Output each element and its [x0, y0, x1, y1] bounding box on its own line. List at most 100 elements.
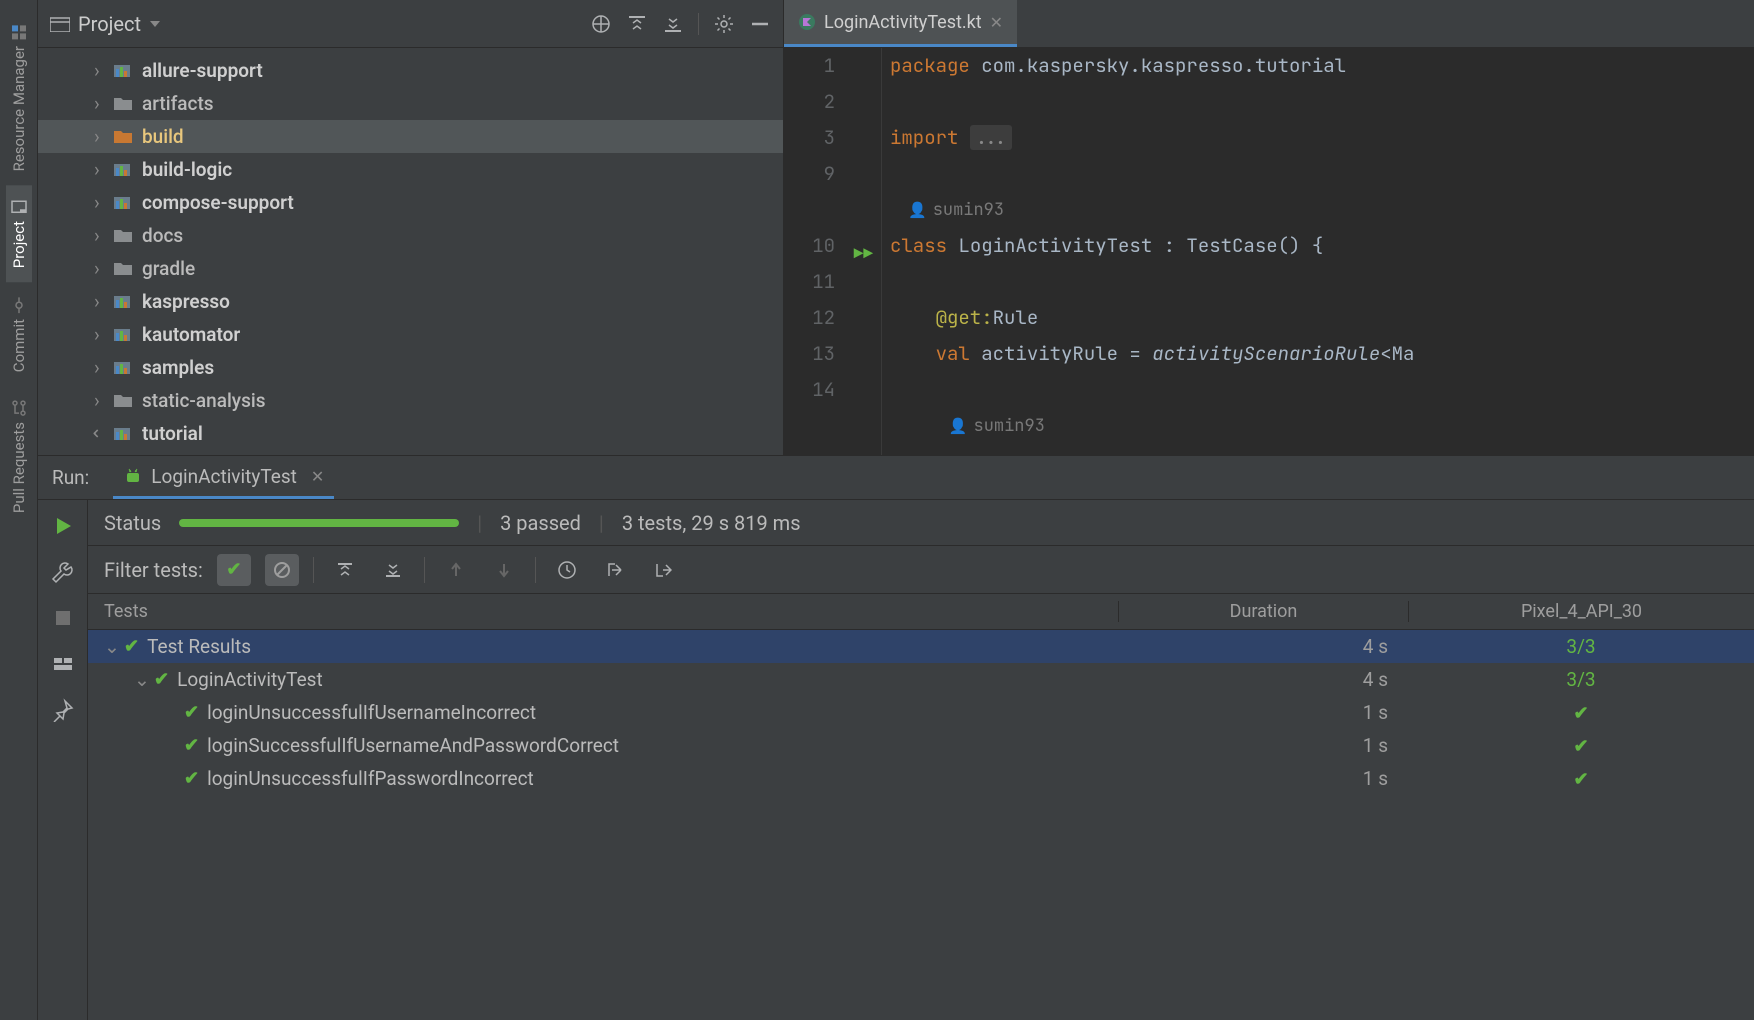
layout-icon[interactable] — [51, 652, 75, 676]
gutter-line — [784, 408, 835, 444]
tree-item-compose-support[interactable]: ›compose-support — [38, 186, 783, 219]
code-editor[interactable]: 123910▶▶11121314 package com.kaspersky.k… — [784, 48, 1754, 455]
run-icon[interactable] — [51, 514, 75, 538]
hide-icon[interactable] — [749, 13, 771, 35]
tree-item-tutorial[interactable]: ⌄tutorial — [38, 417, 783, 450]
col-device[interactable]: Pixel_4_API_30 — [1408, 601, 1754, 622]
pass-icon: ✔ — [184, 768, 199, 789]
chevron-down-icon: ⌄ — [104, 635, 116, 658]
project-tree[interactable]: › allure-support ›artifacts›build›build-lo… — [38, 48, 783, 455]
tree-item-kautomator[interactable]: ›kautomator — [38, 318, 783, 351]
expand-all-icon[interactable] — [626, 13, 648, 35]
run-header: Run: LoginActivityTest ✕ — [38, 456, 1754, 500]
close-icon[interactable]: ✕ — [311, 467, 324, 486]
tree-item-label: allure-support — [142, 59, 263, 82]
sidebar-pull-requests[interactable]: Pull Requests — [6, 386, 32, 527]
next-failed-button[interactable] — [487, 554, 521, 586]
pass-icon: ✔ — [124, 636, 139, 657]
test-row[interactable]: ✔loginSuccessfulIfUsernameAndPasswordCor… — [88, 729, 1754, 762]
col-tests[interactable]: Tests — [88, 601, 1118, 622]
run-config-tab[interactable]: LoginActivityTest ✕ — [113, 456, 334, 499]
sidebar-resource-manager[interactable]: Resource Manager — [6, 10, 32, 185]
editor-tab[interactable]: LoginActivityTest.kt ✕ — [784, 0, 1017, 47]
test-filter-bar: Filter tests: ✔ — [88, 546, 1754, 594]
collapse-all-icon[interactable] — [662, 13, 684, 35]
col-duration[interactable]: Duration — [1118, 601, 1408, 622]
pass-icon: ✔ — [184, 702, 199, 723]
test-history-button[interactable] — [550, 554, 584, 586]
test-row[interactable]: ⌄✔LoginActivityTest4 s3/3 — [88, 663, 1754, 696]
collapse-all-button[interactable] — [376, 554, 410, 586]
tree-item-label: kaspresso — [142, 290, 230, 313]
chevron-icon: › — [94, 224, 106, 247]
passed-count: 3 passed — [500, 511, 581, 535]
sidebar-project[interactable]: Project — [6, 185, 32, 282]
android-test-icon — [123, 466, 143, 486]
project-icon — [11, 199, 27, 215]
close-icon[interactable]: ✕ — [990, 13, 1003, 32]
tree-item-gradle[interactable]: ›gradle — [38, 252, 783, 285]
test-name-label: loginUnsuccessfulIfUsernameIncorrect — [207, 701, 536, 724]
run-gutter-icon[interactable]: ▶▶ — [854, 236, 873, 272]
test-table-header: Tests Duration Pixel_4_API_30 — [88, 594, 1754, 630]
code-content[interactable]: package com.kaspersky.kaspresso.tutorial… — [882, 48, 1754, 455]
tool-window-stripe: Resource Manager Project Commit Pull Req… — [0, 0, 38, 1020]
chevron-icon: › — [94, 59, 106, 82]
prev-failed-button[interactable] — [439, 554, 473, 586]
pass-icon: ✔ — [1573, 769, 1588, 790]
gutter-line: 1 — [784, 48, 835, 84]
filter-label: Filter tests: — [104, 558, 203, 582]
project-tool-window: Project ›allure-support›artifacts›build›… — [38, 0, 784, 455]
tree-item-samples[interactable]: ›samples — [38, 351, 783, 384]
test-duration: 1 s — [1118, 767, 1408, 790]
gear-icon[interactable] — [713, 13, 735, 35]
project-view-selector[interactable]: Project — [50, 12, 161, 36]
folder-icon — [114, 96, 134, 112]
tree-item-label: kautomator — [142, 323, 240, 346]
gutter-line: 13 — [784, 336, 835, 372]
expand-all-button[interactable] — [328, 554, 362, 586]
show-passed-button[interactable]: ✔ — [217, 554, 251, 586]
tree-item-label: tutorial — [142, 422, 203, 445]
folder-icon — [114, 360, 134, 376]
chevron-icon: › — [94, 158, 106, 181]
test-row[interactable]: ⌄✔Test Results4 s3/3 — [88, 630, 1754, 663]
test-summary: 3 tests, 29 s 819 ms — [622, 511, 801, 535]
tree-item-artifacts[interactable]: ›artifacts — [38, 87, 783, 120]
tree-item-docs[interactable]: › docs — [38, 219, 783, 252]
editor-tabs: LoginActivityTest.kt ✕ — [784, 0, 1754, 48]
folder-icon — [114, 426, 134, 442]
export-tests-button[interactable] — [646, 554, 680, 586]
folder-icon — [114, 129, 134, 145]
test-row[interactable]: ✔loginUnsuccessfulIfUsernameIncorrect1 s… — [88, 696, 1754, 729]
project-header: Project — [38, 0, 783, 48]
chevron-icon: › — [94, 389, 106, 412]
wrench-icon[interactable] — [51, 560, 75, 584]
pass-icon: ✔ — [1573, 736, 1588, 757]
test-device-result: 3/3 — [1408, 668, 1754, 691]
test-row[interactable]: ✔loginUnsuccessfulIfPasswordIncorrect1 s… — [88, 762, 1754, 795]
tree-item-static-analysis[interactable]: ›static-analysis — [38, 384, 783, 417]
stop-icon[interactable] — [51, 606, 75, 630]
folder-icon — [114, 327, 134, 343]
run-tab-name: LoginActivityTest — [151, 465, 297, 488]
test-status-bar: Status | 3 passed | 3 tests, 29 s 819 ms — [88, 500, 1754, 546]
show-ignored-button[interactable] — [265, 554, 299, 586]
select-opened-file-icon[interactable] — [590, 13, 612, 35]
tree-item-allure-support[interactable]: › allure-support — [38, 54, 783, 87]
chevron-icon: › — [94, 290, 106, 313]
pin-icon[interactable] — [51, 698, 75, 722]
test-duration: 1 s — [1118, 734, 1408, 757]
tree-item-label: samples — [142, 356, 214, 379]
tree-item-kaspresso[interactable]: › kaspresso — [38, 285, 783, 318]
commit-icon — [11, 297, 27, 313]
test-results-tree[interactable]: ⌄✔Test Results4 s3/3⌄✔LoginActivityTest4… — [88, 630, 1754, 795]
tree-item-build[interactable]: ›build — [38, 120, 783, 153]
sidebar-commit[interactable]: Commit — [6, 283, 32, 386]
gutter-line: 3 — [784, 120, 835, 156]
folder-icon — [114, 294, 134, 310]
tree-item-label: docs — [142, 224, 183, 247]
tree-item-build-logic[interactable]: ›build-logic — [38, 153, 783, 186]
import-tests-button[interactable] — [598, 554, 632, 586]
run-label: Run: — [52, 466, 89, 489]
